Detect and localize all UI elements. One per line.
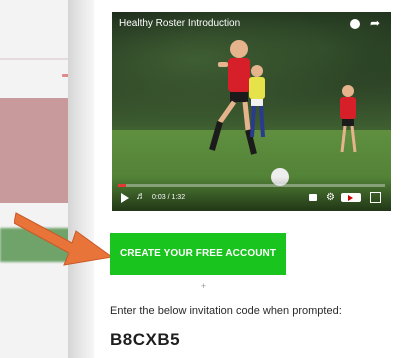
invite-code: B8CXB5 bbox=[110, 330, 181, 349]
invite-instruction: Enter the below invitation code when pro… bbox=[110, 305, 342, 317]
video-time: 0:03 / 1:32 bbox=[152, 194, 186, 201]
share-icon[interactable]: ➦ bbox=[370, 17, 380, 29]
fullscreen-icon[interactable] bbox=[370, 192, 381, 203]
gear-icon[interactable]: ⚙ bbox=[326, 192, 335, 203]
cc-icon[interactable] bbox=[309, 194, 317, 201]
youtube-icon[interactable] bbox=[341, 193, 361, 202]
background-image-block bbox=[0, 98, 70, 203]
arrow-pointer bbox=[14, 212, 114, 266]
play-icon[interactable] bbox=[121, 193, 129, 203]
progress-bar[interactable] bbox=[118, 184, 385, 187]
panel-shadow bbox=[68, 0, 94, 358]
video-title[interactable]: Healthy Roster Introduction bbox=[119, 18, 240, 29]
video-player[interactable]: Healthy Roster Introduction ➦ ♬ 0:03 / 1… bbox=[112, 12, 391, 211]
clock-icon[interactable] bbox=[350, 19, 360, 29]
volume-icon[interactable]: ♬ bbox=[136, 191, 146, 202]
progress-fill bbox=[118, 184, 126, 187]
create-account-button[interactable]: CREATE YOUR FREE ACCOUNT bbox=[110, 233, 286, 275]
plus-divider: + bbox=[201, 281, 207, 291]
